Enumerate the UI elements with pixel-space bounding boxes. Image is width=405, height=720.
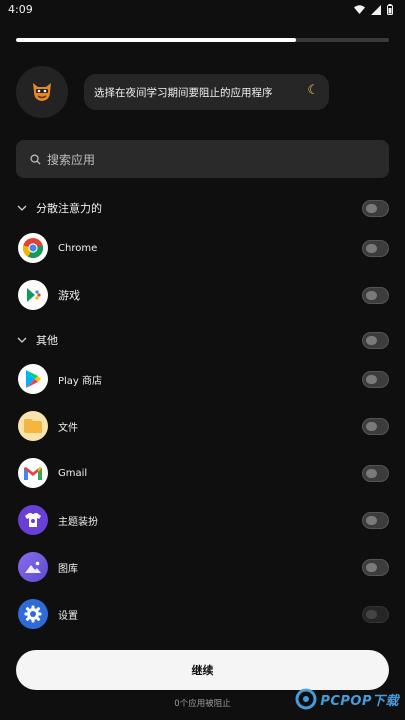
- app-label-chrome: Chrome: [58, 242, 98, 254]
- status-time: 4:09: [8, 3, 33, 16]
- chevron-down-icon[interactable]: [16, 205, 28, 211]
- moon-icon: ☾: [307, 83, 319, 98]
- search-icon: [30, 153, 41, 165]
- group-label-distracting: 分散注意力的: [36, 202, 102, 215]
- play-store-icon: [18, 364, 48, 394]
- continue-button[interactable]: 继续: [16, 650, 389, 690]
- app-label-gmail: Gmail: [58, 467, 88, 479]
- watermark: PCPOP下载: [295, 688, 399, 710]
- toggle-gallery[interactable]: [362, 559, 389, 576]
- app-label-gallery: 图库: [58, 563, 78, 575]
- gallery-icon: [18, 552, 48, 582]
- app-label-theme: 主题装扮: [58, 516, 98, 528]
- search-input[interactable]: 搜索应用: [16, 140, 389, 178]
- chevron-down-icon[interactable]: [16, 337, 28, 343]
- group-distracting[interactable]: 分散注意力的: [16, 188, 389, 228]
- toggle-group-other[interactable]: [362, 332, 389, 349]
- fox-mascot-icon: [33, 83, 51, 101]
- app-row-theme[interactable]: 主题装扮: [16, 500, 389, 540]
- app-row-play-store[interactable]: Play 商店: [16, 359, 389, 399]
- app-row-gallery[interactable]: 图库: [16, 547, 389, 587]
- files-icon: [18, 411, 48, 441]
- status-bar: 4:09: [0, 0, 405, 22]
- theme-icon: [18, 505, 48, 535]
- wifi-icon: [354, 5, 365, 14]
- gmail-icon: [18, 458, 48, 488]
- mascot-avatar: [16, 66, 68, 118]
- toggle-gmail[interactable]: [362, 465, 389, 482]
- group-label-other: 其他: [36, 334, 58, 347]
- watermark-text: PCPOP下载: [320, 693, 399, 709]
- chrome-icon: [18, 233, 48, 263]
- app-row-chrome[interactable]: Chrome: [16, 228, 389, 268]
- app-row-games[interactable]: 游戏: [16, 275, 389, 315]
- app-label-settings: 设置: [58, 610, 78, 622]
- app-label-files: 文件: [58, 422, 78, 434]
- games-icon: [18, 280, 48, 310]
- app-label-games: 游戏: [58, 289, 80, 302]
- setup-progress-fill: [16, 38, 296, 42]
- watermark-logo-icon: [295, 688, 317, 710]
- app-row-files[interactable]: 文件: [16, 406, 389, 446]
- settings-icon: [18, 599, 48, 629]
- battery-icon: [387, 4, 393, 15]
- toggle-play-store[interactable]: [362, 371, 389, 388]
- setup-progress-bar: [16, 38, 389, 42]
- search-placeholder: 搜索应用: [47, 152, 96, 167]
- instruction-bubble: 选择在夜间学习期间要阻止的应用程序 ☾: [84, 74, 329, 110]
- toggle-chrome[interactable]: [362, 240, 389, 257]
- toggle-theme[interactable]: [362, 512, 389, 529]
- continue-label: 继续: [191, 664, 214, 677]
- app-label-play-store: Play 商店: [58, 375, 103, 387]
- toggle-settings[interactable]: [362, 606, 389, 623]
- status-icons: [354, 4, 393, 15]
- toggle-files[interactable]: [362, 418, 389, 435]
- group-other[interactable]: 其他: [16, 320, 389, 360]
- toggle-group-distracting[interactable]: [362, 200, 389, 217]
- app-row-settings[interactable]: 设置: [16, 594, 389, 634]
- instruction-text: 选择在夜间学习期间要阻止的应用程序: [94, 86, 273, 99]
- toggle-games[interactable]: [362, 287, 389, 304]
- signal-icon: [371, 4, 381, 15]
- app-row-gmail[interactable]: Gmail: [16, 453, 389, 493]
